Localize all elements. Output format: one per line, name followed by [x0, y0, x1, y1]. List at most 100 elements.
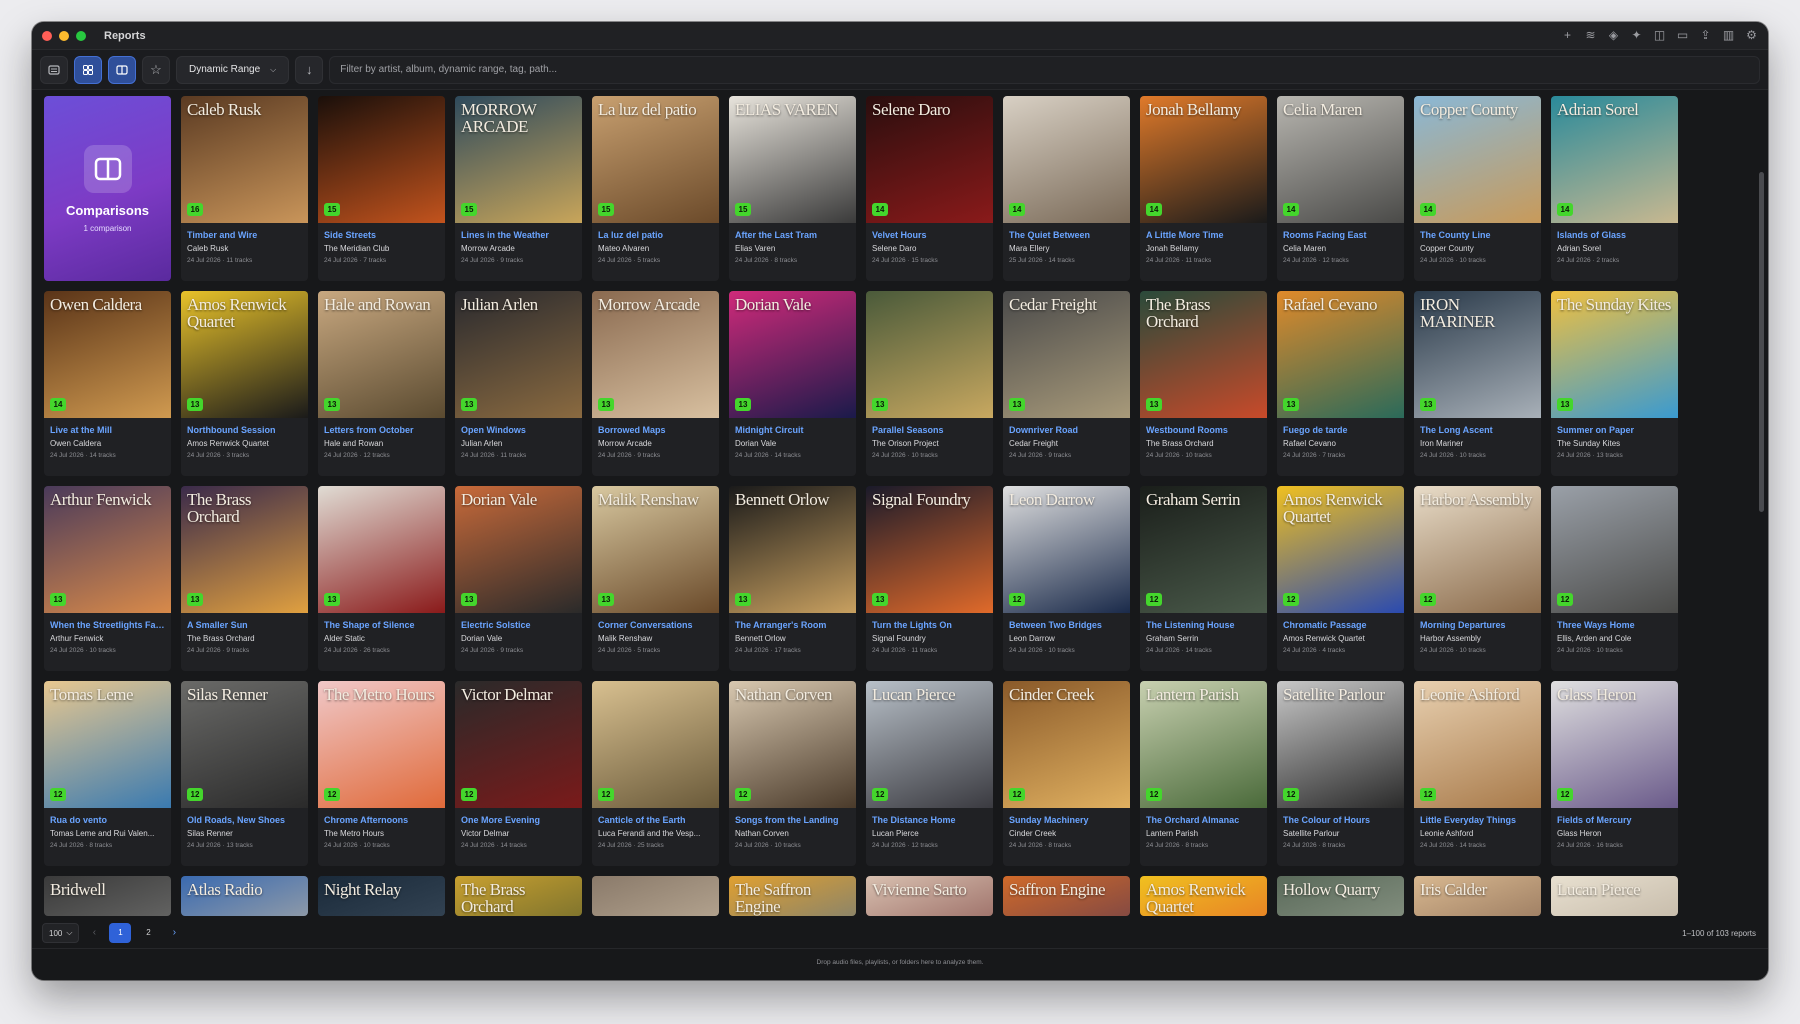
- sort-direction-button[interactable]: ↓: [295, 55, 324, 84]
- report-card[interactable]: Amos Renwick Quartet 13 Northbound Session…: [181, 291, 308, 476]
- report-card[interactable]: MORROW ARCADE 15 Lines in the Weather Morro…: [455, 96, 582, 281]
- folder-icon[interactable]: ▭: [1676, 29, 1689, 42]
- album-date-tracks: 24 Jul 2026 · 26 tracks: [324, 647, 390, 654]
- report-card[interactable]: Vivienne Sarto: [866, 876, 993, 916]
- gear-icon[interactable]: ⚙: [1745, 29, 1758, 42]
- footer: 100 ⌵ ‹ 1 2 › 1–100 of 103 reports Drop …: [32, 923, 1768, 980]
- report-card[interactable]: Jonah Bellamy 14 A Little More Time Jonah B…: [1140, 96, 1267, 281]
- report-card[interactable]: Hale and Rowan 13 Letters from October Hale…: [318, 291, 445, 476]
- report-card[interactable]: The Brass Orchard 13 Westbound Rooms The Br…: [1140, 291, 1267, 476]
- report-card[interactable]: Selene Daro 14 Velvet Hours Selene Daro 24 J…: [866, 96, 993, 281]
- album-title: The Arranger's Room: [735, 620, 827, 630]
- report-card[interactable]: Harbor Assembly 12 Morning Departures Harbo…: [1414, 486, 1541, 671]
- report-card[interactable]: Dorian Vale 13 Electric Solstice Dorian Val…: [455, 486, 582, 671]
- report-card[interactable]: Nathan Corven 12 Songs from the Landing Nat…: [729, 681, 856, 866]
- page-button-2[interactable]: 2: [137, 923, 159, 943]
- cube-icon[interactable]: ◈: [1607, 29, 1620, 42]
- report-card[interactable]: Silas Renner 12 Old Roads, New Shoes Silas …: [181, 681, 308, 866]
- report-meta: The Shape of Silence Alder Static 24 Jul 2…: [318, 613, 445, 654]
- report-card[interactable]: [592, 876, 719, 916]
- report-card[interactable]: Victor Delmar 12 One More Evening Victor De…: [455, 681, 582, 866]
- report-card[interactable]: Lucan Pierce 12 The Distance Home Lucan Pie…: [866, 681, 993, 866]
- report-card[interactable]: Cedar Freight 13 Downriver Road Cedar Freig…: [1003, 291, 1130, 476]
- page-button-1[interactable]: 1: [109, 923, 132, 943]
- album-title: Turn the Lights On: [872, 620, 952, 630]
- report-card[interactable]: Caleb Rusk 16 Timber and Wire Caleb Rusk 24 …: [181, 96, 308, 281]
- waveform-icon[interactable]: ≋: [1584, 29, 1597, 42]
- report-card[interactable]: The Metro Hours 12 Chrome Afternoons The Me…: [318, 681, 445, 866]
- report-card[interactable]: Leonie Ashford 12 Little Everyday Things Le…: [1414, 681, 1541, 866]
- trash-icon[interactable]: ▥: [1722, 29, 1735, 42]
- report-card[interactable]: Signal Foundry 13 Turn the Lights On Signal…: [866, 486, 993, 671]
- report-card[interactable]: Saffron Engine: [1003, 876, 1130, 916]
- report-card[interactable]: Malik Renshaw 13 Corner Conversations Malik…: [592, 486, 719, 671]
- report-card[interactable]: Amos Renwick Quartet: [1140, 876, 1267, 916]
- report-card[interactable]: Leon Darrow 12 Between Two Bridges Leon Dar…: [1003, 486, 1130, 671]
- report-meta: Morning Departures Harbor Assembly 24 Jul …: [1414, 613, 1541, 654]
- favorites-button[interactable]: ☆: [142, 55, 170, 84]
- report-card[interactable]: Celia Maren 14 Rooms Facing East Celia Mare…: [1277, 96, 1404, 281]
- page-size-select[interactable]: 100 ⌵: [42, 923, 80, 943]
- report-card[interactable]: Atlas Radio: [181, 876, 308, 916]
- zoom-window-button[interactable]: [76, 30, 86, 41]
- report-card[interactable]: Adrian Sorel 14 Islands of Glass Adrian Sor…: [1551, 96, 1678, 281]
- report-card[interactable]: Rafael Cevano 13 Fuego de tarde Rafael Ceva…: [1277, 291, 1404, 476]
- report-card[interactable]: Glass Heron 12 Fields of Mercury Glass Hero…: [1551, 681, 1678, 866]
- album-date-tracks: 24 Jul 2026 · 14 tracks: [50, 452, 116, 459]
- report-card[interactable]: Owen Caldera 14 Live at the Mill Owen Calde…: [44, 291, 171, 476]
- album-artist: Leon Darrow: [1009, 634, 1055, 643]
- sort-select[interactable]: Dynamic Range ⌵: [176, 55, 290, 84]
- close-window-button[interactable]: [42, 30, 52, 41]
- report-card[interactable]: Cinder Creek 12 Sunday Machinery Cinder Cre…: [1003, 681, 1130, 866]
- wand-icon[interactable]: ✦: [1630, 29, 1643, 42]
- report-card[interactable]: The Sunday Kites 13 Summer on Paper The Sun…: [1551, 291, 1678, 476]
- album-date-tracks: 24 Jul 2026 · 7 tracks: [1283, 452, 1346, 459]
- report-card[interactable]: The Brass Orchard: [455, 876, 582, 916]
- report-card[interactable]: Amos Renwick Quartet 12 Chromatic Passage A…: [1277, 486, 1404, 671]
- filter-field[interactable]: [329, 55, 1760, 84]
- report-meta: Three Ways Home Ellis, Arden and Cole 24 J…: [1551, 613, 1678, 654]
- report-card[interactable]: 13 The Shape of Silence Alder Static 24 Jul…: [318, 486, 445, 671]
- report-card[interactable]: The Saffron Engine: [729, 876, 856, 916]
- list-view-button[interactable]: [40, 55, 68, 84]
- report-card[interactable]: 14 The Quiet Between Mara Ellery 25 Jul 202…: [1003, 96, 1130, 281]
- report-card[interactable]: Bennett Orlow 13 The Arranger's Room Bennet…: [729, 486, 856, 671]
- report-card[interactable]: Morrow Arcade 13 Borrowed Maps Morrow Arcad…: [592, 291, 719, 476]
- next-page-button[interactable]: ›: [165, 923, 183, 943]
- album-artist: Rafael Cevano: [1283, 439, 1336, 448]
- report-card[interactable]: Julian Arlen 13 Open Windows Julian Arlen 24…: [455, 291, 582, 476]
- report-card[interactable]: The Brass Orchard 13 A Smaller Sun The Bras…: [181, 486, 308, 671]
- add-icon[interactable]: +: [1561, 29, 1574, 42]
- report-card[interactable]: 15 Side Streets The Meridian Club 24 Jul 20…: [318, 96, 445, 281]
- report-card[interactable]: Bridwell: [44, 876, 171, 916]
- minimize-window-button[interactable]: [59, 30, 69, 41]
- report-meta: La luz del patio Mateo Alvaren 24 Jul 2026…: [592, 223, 719, 264]
- report-card[interactable]: 12 Three Ways Home Ellis, Arden and Cole 24…: [1551, 486, 1678, 671]
- report-card[interactable]: Dorian Vale 13 Midnight Circuit Dorian Vale…: [729, 291, 856, 476]
- report-card[interactable]: Lucan Pierce: [1551, 876, 1678, 916]
- report-card[interactable]: Night Relay: [318, 876, 445, 916]
- scrollbar-thumb[interactable]: [1759, 172, 1764, 512]
- comparisons-card[interactable]: Comparisons 1 comparison: [44, 96, 171, 281]
- album-artist: Bennett Orlow: [735, 634, 786, 643]
- report-card[interactable]: Graham Serrin 12 The Listening House Graham…: [1140, 486, 1267, 671]
- report-card[interactable]: 12 Canticle of the Earth Luca Ferandi and …: [592, 681, 719, 866]
- report-card[interactable]: ELIAS VAREN 15 After the Last Tram Elias Va…: [729, 96, 856, 281]
- report-card[interactable]: IRON MARINER 13 The Long Ascent Iron Marine…: [1414, 291, 1541, 476]
- previous-page-button[interactable]: ‹: [85, 923, 103, 943]
- report-card[interactable]: Tomas Leme 12 Rua do vento Tomas Leme and R…: [44, 681, 171, 866]
- report-card[interactable]: Hollow Quarry: [1277, 876, 1404, 916]
- dynamic-range-badge: 13: [1420, 398, 1436, 411]
- report-card[interactable]: 13 Parallel Seasons The Orison Project 24 J…: [866, 291, 993, 476]
- report-card[interactable]: La luz del patio 15 La luz del patio Mateo …: [592, 96, 719, 281]
- compare-view-button[interactable]: [108, 55, 136, 84]
- grid-view-button[interactable]: [74, 55, 102, 84]
- report-card[interactable]: Satellite Parlour 12 The Colour of Hours Sa…: [1277, 681, 1404, 866]
- filter-input[interactable]: [340, 64, 1749, 75]
- share-icon[interactable]: ⇪: [1699, 29, 1712, 42]
- report-card[interactable]: Copper County 14 The County Line Copper Cou…: [1414, 96, 1541, 281]
- split-view-icon[interactable]: ◫: [1653, 29, 1666, 42]
- report-card[interactable]: Arthur Fenwick 13 When the Streetlights Fa…: [44, 486, 171, 671]
- report-card[interactable]: Iris Calder: [1414, 876, 1541, 916]
- report-card[interactable]: Lantern Parish 12 The Orchard Almanac Lante…: [1140, 681, 1267, 866]
